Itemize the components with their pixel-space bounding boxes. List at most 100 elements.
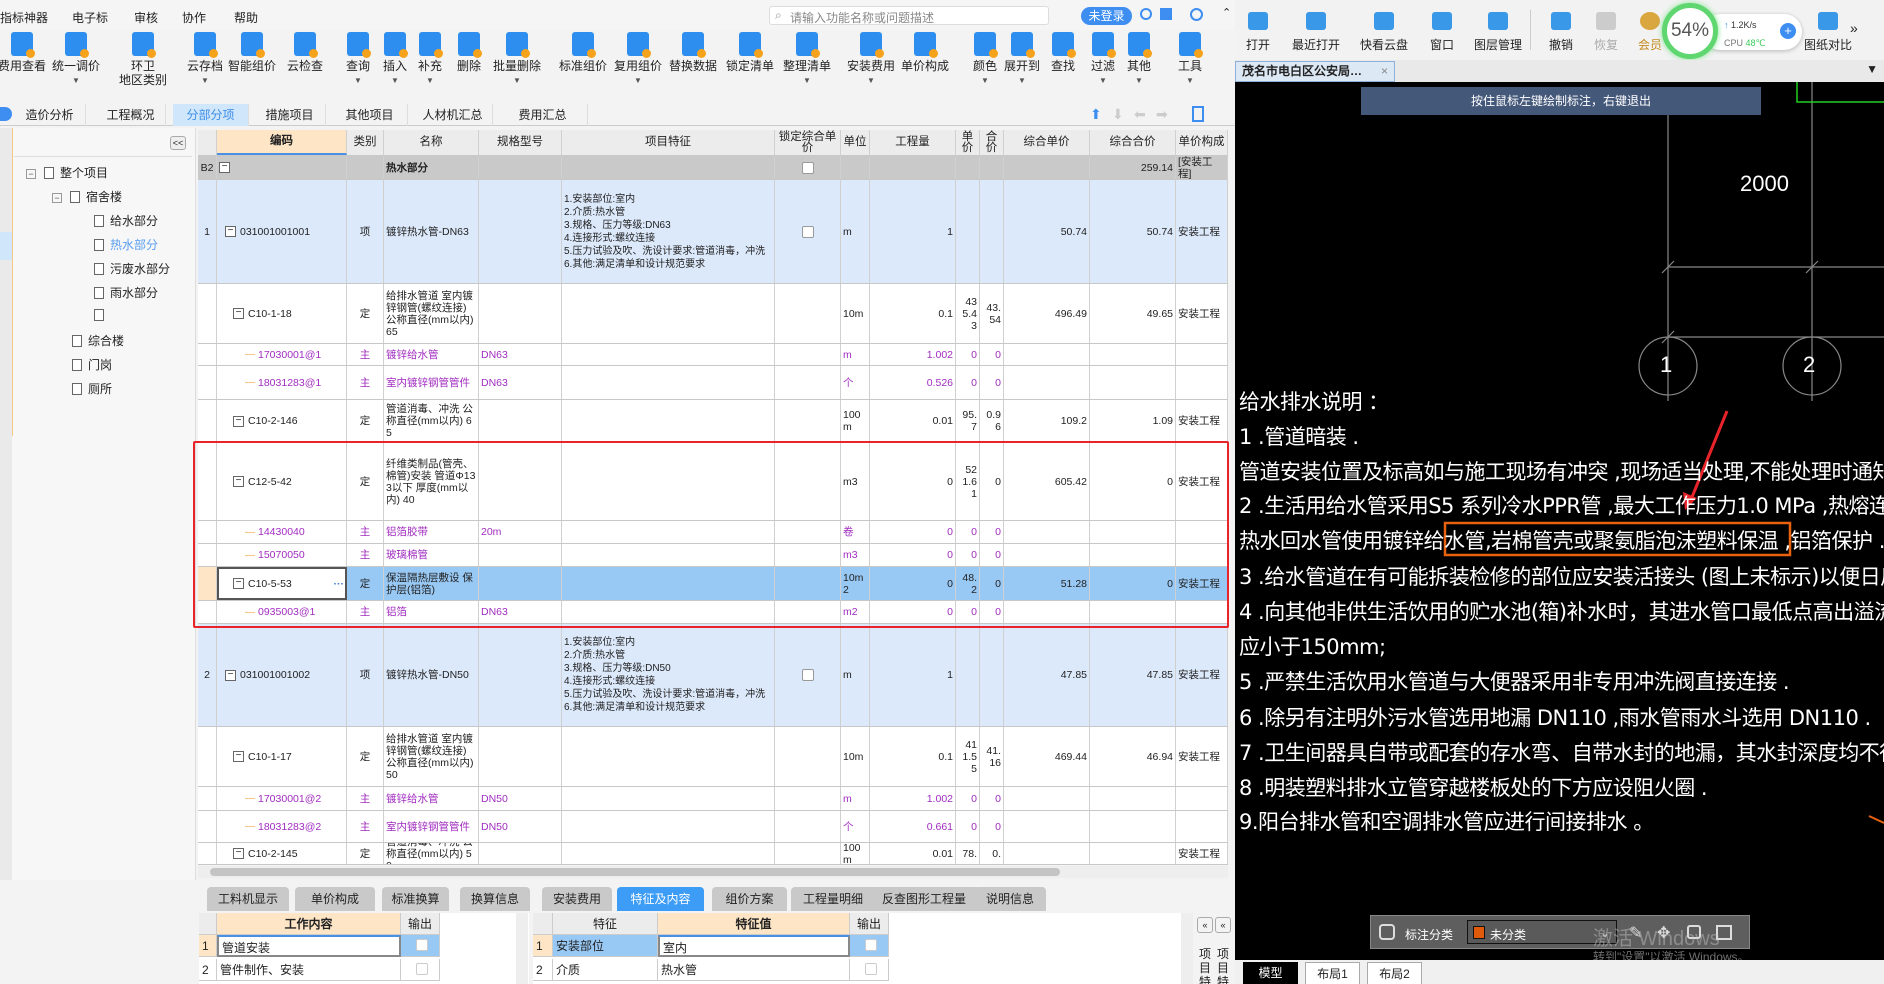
cell-unit[interactable] <box>841 156 870 179</box>
table-row[interactable]: 18031283@2 主室内镀锌钢管管件 DN50 个 0.661 0 0 <box>198 811 1228 843</box>
cell-feature[interactable] <box>562 787 775 810</box>
tab-list-icon[interactable]: ▼ <box>1866 62 1878 76</box>
cell-row-number[interactable] <box>198 366 217 399</box>
cell-feature[interactable] <box>562 156 775 179</box>
memory-percent[interactable]: 54% <box>1662 3 1718 59</box>
cell-name[interactable]: 镀锌给水管 <box>384 344 479 365</box>
toolbar-button-13[interactable]: 替换数据 <box>663 32 723 73</box>
output-cell[interactable] <box>401 935 440 957</box>
cell-comp-unit-price[interactable]: 51.28 <box>1004 567 1090 600</box>
cell-unit-price[interactable]: 0 <box>956 811 980 842</box>
cell-type[interactable]: 主 <box>347 601 384 623</box>
column-header-price-composition[interactable]: 单价构成 <box>1176 130 1228 155</box>
header-output[interactable]: 输出 <box>850 913 889 935</box>
cell-name[interactable]: 纤维类制品(管壳、棉管)安装 管道Φ133以下 厚度(mm以内) 40 <box>384 443 479 520</box>
header-feature-value[interactable]: 特征值 <box>658 913 850 935</box>
cell-spec[interactable]: 20m <box>479 521 562 543</box>
cell-quantity[interactable]: 0 <box>870 521 956 543</box>
cell-spec[interactable]: DN63 <box>479 344 562 365</box>
cell-spec[interactable] <box>479 443 562 520</box>
cell-comp-unit-price[interactable] <box>1004 544 1090 566</box>
cell-code[interactable]: − C12-5-42 <box>217 443 347 520</box>
table-row[interactable]: 0935003@1 主铝箔 DN63 m2 0 0 0 <box>198 601 1228 624</box>
output-checkbox[interactable] <box>415 939 428 951</box>
cell-unit-price[interactable]: 0 <box>956 787 980 810</box>
cell-code[interactable]: −031001001002 <box>217 624 347 726</box>
cell-price-composition[interactable]: 安装工程 <box>1176 624 1228 726</box>
cell-type[interactable]: 项 <box>347 624 384 726</box>
table-row[interactable]: − C10-1-18 定给排水管道 室内镀锌钢管(螺纹连接) 公称直径(mm以内) … <box>198 284 1228 344</box>
cell-unit-price[interactable]: 0 <box>956 544 980 566</box>
cell-feature[interactable] <box>562 284 775 343</box>
dropdown-arrow-icon[interactable]: ▼ <box>841 74 901 88</box>
tree-item[interactable]: 热水部分 <box>94 236 158 253</box>
cell-unit[interactable]: m3 <box>841 544 870 566</box>
cell-total-price[interactable]: 0 <box>980 344 1004 365</box>
cell-type[interactable]: 主 <box>347 344 384 365</box>
cell-price-composition[interactable] <box>1176 811 1228 842</box>
cell-comp-unit-price[interactable] <box>1004 156 1090 179</box>
output-cell[interactable] <box>850 959 889 981</box>
cell-total-price[interactable]: 0 <box>980 443 1004 520</box>
cell-unit[interactable]: m <box>841 624 870 726</box>
cell-price-composition[interactable]: 安装工程 <box>1176 180 1228 283</box>
cell-code[interactable]: − C10-1-18 <box>217 284 347 343</box>
cell-total-price[interactable]: 0 <box>980 544 1004 566</box>
column-header-feature[interactable]: 项目特征 <box>562 130 775 155</box>
header-feature[interactable]: 特征 <box>553 913 658 935</box>
cell-code[interactable]: 17030001@1 <box>217 344 347 365</box>
work-content-cell[interactable]: 管件制作、安装 <box>217 959 401 981</box>
cell-total-price[interactable]: 0. <box>980 843 1004 864</box>
tab-6[interactable]: 费用汇总 <box>498 104 588 126</box>
output-cell[interactable] <box>850 935 889 957</box>
column-header-name[interactable]: 名称 <box>384 130 479 155</box>
cell-price-composition[interactable] <box>1176 366 1228 399</box>
collapse-icon[interactable]: − <box>233 751 244 762</box>
cell-unit-price[interactable] <box>956 180 980 283</box>
cell-comp-total[interactable] <box>1090 544 1176 566</box>
cell-name[interactable]: 热水部分 <box>384 156 479 179</box>
cell-unit[interactable]: 10m2 <box>841 567 870 600</box>
plus-icon[interactable]: + <box>1780 23 1796 39</box>
cell-quantity[interactable]: 0 <box>870 544 956 566</box>
column-header-row-number[interactable] <box>198 130 217 155</box>
cell-comp-unit-price[interactable]: 605.42 <box>1004 443 1090 520</box>
cell-comp-unit-price[interactable] <box>1004 787 1090 810</box>
cell-spec[interactable] <box>479 400 562 442</box>
cell-code[interactable]: − C10-5-53 ··· <box>217 567 347 600</box>
header-work-content[interactable]: 工作内容 <box>217 913 401 935</box>
cell-spec[interactable] <box>479 727 562 786</box>
cell-comp-total[interactable] <box>1090 811 1176 842</box>
cell-price-composition[interactable]: 安装工程 <box>1176 284 1228 343</box>
cell-name[interactable]: 玻璃棉管 <box>384 544 479 566</box>
cell-type[interactable]: 主 <box>347 366 384 399</box>
cell-total-price[interactable]: 0 <box>980 601 1004 623</box>
collapse-ribbon-icon[interactable]: ⌃ <box>1222 6 1231 19</box>
cell-type[interactable]: 定 <box>347 284 384 343</box>
cell-unit[interactable]: 个 <box>841 811 870 842</box>
cell-total-price[interactable] <box>980 624 1004 726</box>
cell-code[interactable]: − C10-2-145 <box>217 843 347 864</box>
horizontal-scrollbar[interactable] <box>198 866 1228 878</box>
cell-type[interactable]: 定 <box>347 727 384 786</box>
collapse-panel-button[interactable]: << <box>170 136 186 150</box>
cell-row-number[interactable] <box>198 344 217 365</box>
detail-tab-0[interactable]: 工料机显示 <box>207 887 289 911</box>
cell-quantity[interactable]: 0 <box>870 567 956 600</box>
cell-quantity[interactable]: 1 <box>870 624 956 726</box>
cell-type[interactable]: 主 <box>347 521 384 543</box>
cell-comp-total[interactable]: 50.74 <box>1090 180 1176 283</box>
cell-feature[interactable] <box>562 601 775 623</box>
cell-type[interactable]: 主 <box>347 787 384 810</box>
dropdown-arrow-icon[interactable]: ▼ <box>400 74 460 88</box>
feature-value-cell[interactable]: 室内 <box>658 935 850 957</box>
cell-price-composition[interactable] <box>1176 787 1228 810</box>
function-search-input[interactable]: ⌕ 请输入功能名称或问题描述 <box>769 6 1049 25</box>
cad-toolbar-button-2[interactable]: 快看云盘 <box>1354 12 1414 53</box>
column-header-total-price[interactable]: 合价 <box>980 130 1004 155</box>
cell-unit[interactable]: m2 <box>841 601 870 623</box>
lock-checkbox[interactable] <box>801 161 814 174</box>
cell-comp-unit-price[interactable] <box>1004 366 1090 399</box>
cell-unit-price[interactable]: 435.43 <box>956 284 980 343</box>
column-header-quantity[interactable]: 工程量 <box>870 130 956 155</box>
